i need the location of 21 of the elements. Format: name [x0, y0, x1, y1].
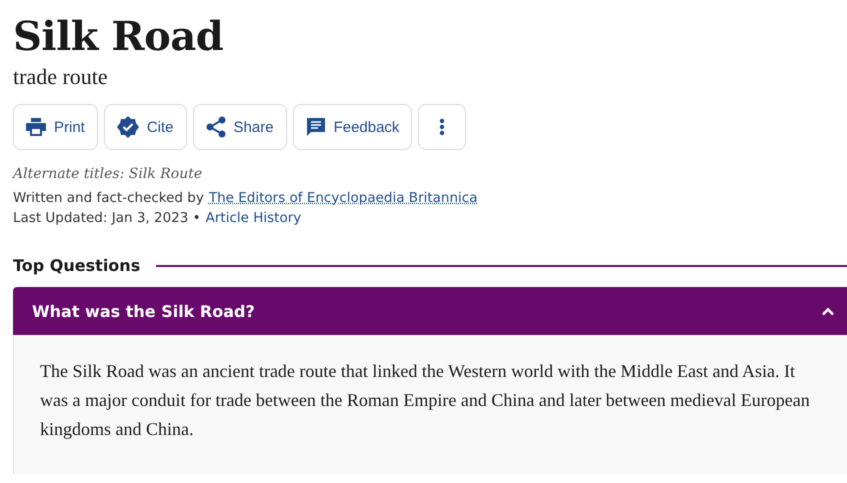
cite-button[interactable]: Cite	[104, 104, 187, 150]
alternate-titles: Alternate titles: Silk Route	[13, 166, 204, 182]
share-button[interactable]: Share	[192, 104, 287, 150]
byline-text: Written and fact-checked by	[13, 190, 204, 206]
updated-text: Last Updated: Jan 3, 2023 •	[13, 210, 201, 226]
article-subtitle: trade route	[13, 63, 109, 91]
verified-badge-icon	[116, 116, 139, 138]
more-button[interactable]	[418, 104, 466, 150]
editors-link[interactable]: The Editors of Encyclopaedia Britannica	[208, 190, 478, 206]
section-heading: Top Questions	[13, 256, 140, 275]
printer-icon	[26, 118, 46, 136]
answer-text: The Silk Road was an ancient trade route that linked the Western world with the Middle East and Asia. It was a major conduit for trade between the Roman Empire and China and later between medieval European kingdoms and China.	[40, 360, 811, 441]
message-icon	[306, 117, 326, 137]
more-icon	[439, 118, 446, 136]
chevron-icon	[821, 306, 835, 316]
article-history-link[interactable]: Article History	[206, 210, 302, 226]
article-title: Silk Road	[13, 14, 224, 60]
question-header[interactable]: What was the Silk Road?	[13, 287, 847, 335]
feedback-button[interactable]: Feedback	[292, 104, 412, 150]
print-button[interactable]: Print	[13, 104, 98, 150]
share-icon	[206, 116, 226, 138]
